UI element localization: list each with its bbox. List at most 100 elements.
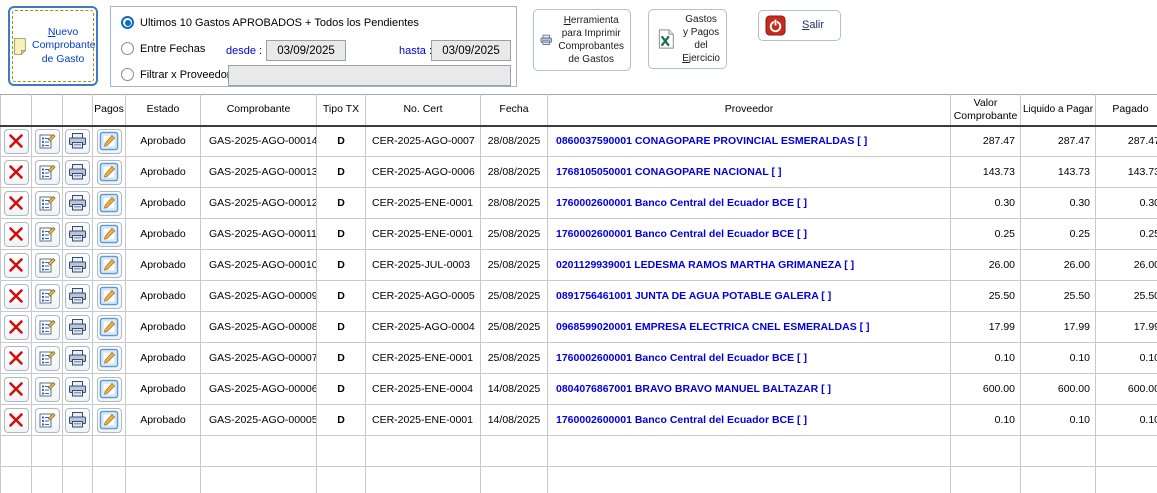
tipo-tx-cell: D [317, 126, 366, 157]
row-pagos-edit-button[interactable] [97, 315, 122, 340]
printer-icon [68, 380, 87, 398]
row-print-button[interactable] [65, 408, 90, 433]
delete-row-button[interactable] [4, 408, 29, 433]
row-properties-button[interactable] [35, 284, 60, 309]
radio-last10[interactable]: Ultimos 10 Gastos APROBADOS + Todos los … [121, 16, 419, 29]
liquido-a-pagar-cell: 287.47 [1021, 126, 1096, 157]
row-print-button[interactable] [65, 315, 90, 340]
tipo-tx-cell: D [317, 188, 366, 219]
row-pagos-edit-button[interactable] [97, 191, 122, 216]
excel-report-button[interactable]: Gastos y Pagos del Ejercicio [648, 9, 727, 69]
row-print-button[interactable] [65, 191, 90, 216]
pagado-cell: 600.00 [1096, 374, 1157, 405]
proveedor-link-cell[interactable]: 1760002600001 Banco Central del Ecuador … [548, 343, 951, 374]
row-pagos-edit-button[interactable] [97, 284, 122, 309]
edit-pencil-icon [99, 410, 119, 430]
radio-circle-icon[interactable] [121, 42, 134, 55]
properties-form-icon [38, 287, 56, 305]
row-pagos-edit-button[interactable] [97, 160, 122, 185]
delete-row-button[interactable] [4, 315, 29, 340]
new-voucher-button[interactable]: Nuevo Comprobante de Gasto [8, 6, 98, 86]
pagado-cell: 0.30 [1096, 188, 1157, 219]
no-cert-cell: CER-2025-JUL-0003 [366, 250, 481, 281]
radio-circle-icon[interactable] [121, 68, 134, 81]
liquido-a-pagar-cell: 600.00 [1021, 374, 1096, 405]
row-properties-button[interactable] [35, 408, 60, 433]
proveedor-link-cell[interactable]: 1760002600001 Banco Central del Ecuador … [548, 405, 951, 436]
printer-icon [540, 28, 552, 52]
fecha-cell: 25/08/2025 [481, 250, 548, 281]
estado-cell: Aprobado [126, 126, 201, 157]
properties-form-icon [38, 380, 56, 398]
tipo-tx-cell: D [317, 250, 366, 281]
delete-row-button[interactable] [4, 377, 29, 402]
pagado-cell: 143.73 [1096, 157, 1157, 188]
valor-comprobante-cell: 25.50 [951, 281, 1021, 312]
row-print-button[interactable] [65, 160, 90, 185]
proveedor-link-cell[interactable]: 1768105050001 CONAGOPARE NACIONAL [ ] [548, 157, 951, 188]
proveedor-link-cell[interactable]: 0201129939001 LEDESMA RAMOS MARTHA GRIMA… [548, 250, 951, 281]
exit-button[interactable]: Salir [758, 10, 841, 41]
row-properties-button[interactable] [35, 315, 60, 340]
row-print-button[interactable] [65, 346, 90, 371]
proveedor-link-cell[interactable]: 1760002600001 Banco Central del Ecuador … [548, 188, 951, 219]
proveedor-link-cell[interactable]: 0860037590001 CONAGOPARE PROVINCIAL ESME… [548, 126, 951, 157]
delete-x-icon [7, 132, 25, 150]
proveedor-link-cell[interactable]: 0891756461001 JUNTA DE AGUA POTABLE GALE… [548, 281, 951, 312]
row-print-button[interactable] [65, 377, 90, 402]
delete-row-button[interactable] [4, 284, 29, 309]
estado-cell: Aprobado [126, 157, 201, 188]
row-properties-button[interactable] [35, 129, 60, 154]
pagado-cell: 17.99 [1096, 312, 1157, 343]
row-properties-button[interactable] [35, 222, 60, 247]
estado-cell: Aprobado [126, 374, 201, 405]
row-print-button[interactable] [65, 129, 90, 154]
comprobante-cell: GAS-2025-AGO-00011 [201, 219, 317, 250]
row-pagos-edit-button[interactable] [97, 253, 122, 278]
no-cert-cell: CER-2025-ENE-0001 [366, 343, 481, 374]
delete-row-button[interactable] [4, 129, 29, 154]
delete-row-button[interactable] [4, 191, 29, 216]
desde-date-field[interactable] [266, 40, 346, 61]
header-comprobante: Comprobante [201, 95, 317, 126]
new-voucher-label: Nuevo Comprobante de Gasto [32, 26, 94, 65]
print-vouchers-tool-button[interactable]: Herramienta para Imprimir Comprobantes d… [533, 9, 631, 71]
delete-row-button[interactable] [4, 346, 29, 371]
row-pagos-edit-button[interactable] [97, 222, 122, 247]
row-pagos-edit-button[interactable] [97, 377, 122, 402]
table-row: Aprobado GAS-2025-AGO-00006 D CER-2025-E… [1, 374, 1157, 405]
proveedor-link-cell[interactable]: 1760002600001 Banco Central del Ecuador … [548, 219, 951, 250]
row-properties-button[interactable] [35, 160, 60, 185]
row-pagos-edit-button[interactable] [97, 129, 122, 154]
comprobante-cell: GAS-2025-AGO-00007 [201, 343, 317, 374]
row-print-button[interactable] [65, 253, 90, 278]
delete-row-button[interactable] [4, 253, 29, 278]
liquido-a-pagar-cell: 0.30 [1021, 188, 1096, 219]
row-pagos-edit-button[interactable] [97, 408, 122, 433]
radio-between-dates[interactable]: Entre Fechas [121, 42, 205, 55]
row-properties-button[interactable] [35, 191, 60, 216]
row-pagos-edit-button[interactable] [97, 346, 122, 371]
tipo-tx-cell: D [317, 343, 366, 374]
header-delete-col [1, 95, 32, 126]
table-row: Aprobado GAS-2025-AGO-00013 D CER-2025-A… [1, 157, 1157, 188]
proveedor-link-cell[interactable]: 0968599020001 EMPRESA ELECTRICA CNEL ESM… [548, 312, 951, 343]
proveedor-link-cell[interactable]: 0804076867001 BRAVO BRAVO MANUEL BALTAZA… [548, 374, 951, 405]
provider-filter-input[interactable] [228, 65, 511, 86]
tipo-tx-cell: D [317, 281, 366, 312]
delete-row-button[interactable] [4, 222, 29, 247]
radio-filter-provider[interactable]: Filtrar x Proveedor [121, 68, 230, 81]
hasta-date-field[interactable] [431, 40, 511, 61]
edit-pencil-icon [99, 255, 119, 275]
radio-circle-icon[interactable] [121, 16, 134, 29]
row-properties-button[interactable] [35, 346, 60, 371]
estado-cell: Aprobado [126, 405, 201, 436]
row-print-button[interactable] [65, 222, 90, 247]
liquido-a-pagar-cell: 143.73 [1021, 157, 1096, 188]
delete-row-button[interactable] [4, 160, 29, 185]
delete-x-icon [7, 225, 25, 243]
row-print-button[interactable] [65, 284, 90, 309]
row-properties-button[interactable] [35, 377, 60, 402]
row-properties-button[interactable] [35, 253, 60, 278]
estado-cell: Aprobado [126, 343, 201, 374]
